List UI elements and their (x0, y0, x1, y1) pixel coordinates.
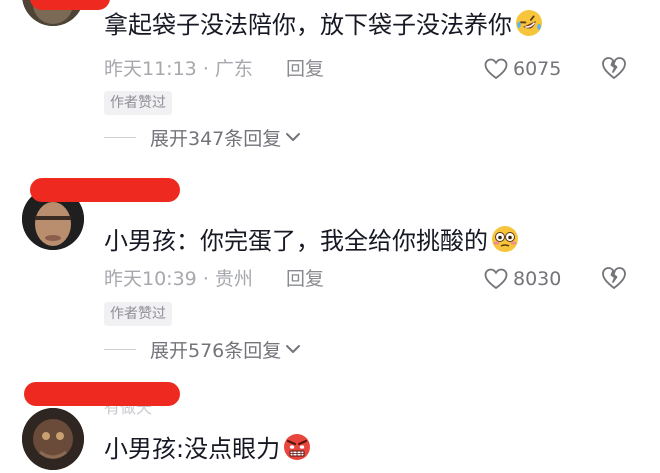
comment-body: 小男孩:没点眼力 (104, 435, 281, 463)
comment-time: 昨天10:39 (104, 268, 197, 290)
expand-replies-label: 展开347条回复 (150, 127, 282, 150)
expand-replies-button[interactable]: 展开576条回复 (104, 336, 301, 362)
comment-item-3: 有做天 小男孩:没点眼力 (0, 378, 660, 473)
dislike-button[interactable] (601, 56, 627, 82)
flushed-emoji-icon (492, 226, 518, 252)
rofl-emoji-icon (516, 10, 542, 36)
divider-line (104, 136, 136, 138)
chevron-down-icon (286, 345, 301, 353)
dislike-button[interactable] (601, 266, 627, 292)
comment-text[interactable]: 小男孩:没点眼力 (104, 432, 312, 464)
reply-button[interactable]: 回复 (286, 56, 324, 82)
username-redaction (24, 382, 180, 406)
comment-text[interactable]: 拿起袋子没法陪你，放下袋子没法养你 (104, 8, 544, 40)
comment-item-2: 小男孩：你完蛋了，我全给你挑酸的 昨天10:39 · 贵州 回复 8030 作者… (0, 178, 660, 370)
divider-line (104, 348, 136, 350)
comment-meta: 昨天10:39 · 贵州 (104, 266, 253, 292)
username-redaction (30, 0, 110, 10)
comment-location: 广东 (214, 58, 253, 80)
heart-icon (484, 268, 508, 290)
expand-replies-button[interactable]: 展开347条回复 (104, 124, 301, 150)
comment-text[interactable]: 小男孩：你完蛋了，我全给你挑酸的 (104, 224, 520, 256)
like-button[interactable]: 8030 (484, 266, 561, 292)
author-liked-badge: 作者赞过 (104, 91, 172, 115)
username-redaction (30, 178, 180, 202)
comment-item-1: 拿起袋子没法陪你，放下袋子没法养你 昨天11:13 · 广东 回复 6075 作… (0, 0, 660, 170)
comment-time: 昨天11:13 (104, 58, 197, 80)
heart-icon (484, 58, 508, 80)
meta-separator: · (202, 268, 209, 290)
meta-separator: · (202, 58, 209, 80)
like-count: 8030 (513, 268, 562, 290)
expand-replies-label: 展开576条回复 (150, 339, 282, 362)
angry-emoji-icon (284, 434, 311, 460)
comment-meta: 昨天11:13 · 广东 (104, 56, 253, 82)
comment-body: 小男孩：你完蛋了，我全给你挑酸的 (104, 227, 488, 255)
like-button[interactable]: 6075 (484, 56, 561, 82)
author-liked-badge: 作者赞过 (104, 302, 172, 326)
reply-button[interactable]: 回复 (286, 266, 324, 292)
like-count: 6075 (513, 58, 562, 80)
comment-body: 拿起袋子没法陪你，放下袋子没法养你 (104, 11, 512, 39)
broken-heart-icon (602, 267, 626, 289)
comment-location: 贵州 (214, 268, 253, 290)
chevron-down-icon (286, 133, 301, 141)
broken-heart-icon (602, 57, 626, 79)
avatar[interactable] (22, 408, 84, 470)
